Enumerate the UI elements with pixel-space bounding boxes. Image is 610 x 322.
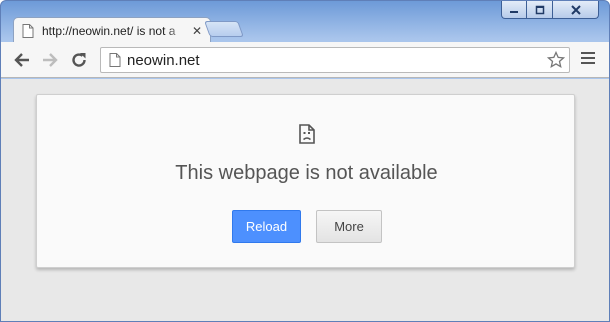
page-icon — [22, 23, 34, 38]
minimize-icon — [510, 10, 518, 13]
browser-tab[interactable]: http://neowin.net/ is not a ✕ — [13, 17, 211, 43]
page-icon — [109, 53, 121, 67]
reload-icon[interactable] — [70, 51, 88, 69]
toolbar: neowin.net — [1, 42, 609, 78]
page-content: This webpage is not available Reload Mor… — [1, 79, 609, 321]
window-controls — [501, 1, 599, 19]
tab-title: http://neowin.net/ is not a — [42, 23, 176, 38]
browser-window: http://neowin.net/ is not a ✕ neowin.net — [0, 0, 610, 322]
close-window-button[interactable] — [553, 1, 599, 19]
back-arrow-icon[interactable] — [13, 51, 31, 69]
maximize-icon — [535, 5, 544, 14]
sad-page-icon — [299, 124, 315, 144]
error-title: This webpage is not available — [175, 162, 438, 184]
address-bar[interactable]: neowin.net — [100, 47, 570, 73]
reload-button[interactable]: Reload — [232, 210, 301, 243]
url-text: neowin.net — [127, 51, 200, 69]
new-tab-button[interactable] — [204, 21, 244, 37]
forward-arrow-icon[interactable] — [41, 51, 59, 69]
menu-icon[interactable] — [581, 52, 595, 66]
more-button[interactable]: More — [316, 210, 382, 243]
minimize-button[interactable] — [501, 1, 527, 19]
tab-close-icon[interactable]: ✕ — [192, 24, 202, 38]
maximize-button[interactable] — [527, 1, 553, 19]
star-icon[interactable] — [547, 51, 565, 69]
close-icon — [570, 4, 581, 15]
error-card: This webpage is not available Reload Mor… — [36, 94, 575, 268]
